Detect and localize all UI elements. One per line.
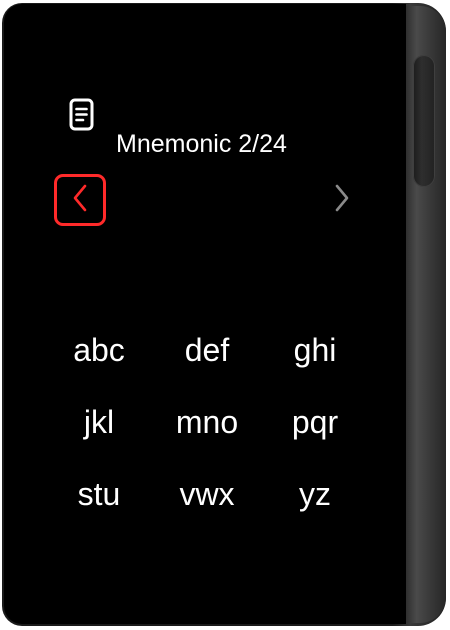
key-mno[interactable]: mno xyxy=(152,400,262,444)
document-icon xyxy=(68,98,96,132)
key-jkl[interactable]: jkl xyxy=(44,400,154,444)
device-screen: Mnemonic 2/24 abc def ghi jkl mno pqr st… xyxy=(4,4,406,624)
key-abc[interactable]: abc xyxy=(44,328,154,372)
previous-word-button[interactable] xyxy=(54,174,106,226)
key-ghi[interactable]: ghi xyxy=(260,328,370,372)
chevron-right-icon xyxy=(332,183,352,218)
next-word-button[interactable] xyxy=(322,178,362,222)
key-def[interactable]: def xyxy=(152,328,262,372)
key-vwx[interactable]: vwx xyxy=(152,472,262,516)
side-button[interactable] xyxy=(413,55,435,187)
key-stu[interactable]: stu xyxy=(44,472,154,516)
device-view: Mnemonic 2/24 abc def ghi jkl mno pqr st… xyxy=(0,0,450,630)
key-yz[interactable]: yz xyxy=(260,472,370,516)
page-title: Mnemonic 2/24 xyxy=(116,130,287,158)
chevron-left-icon xyxy=(70,183,90,218)
key-pqr[interactable]: pqr xyxy=(260,400,370,444)
